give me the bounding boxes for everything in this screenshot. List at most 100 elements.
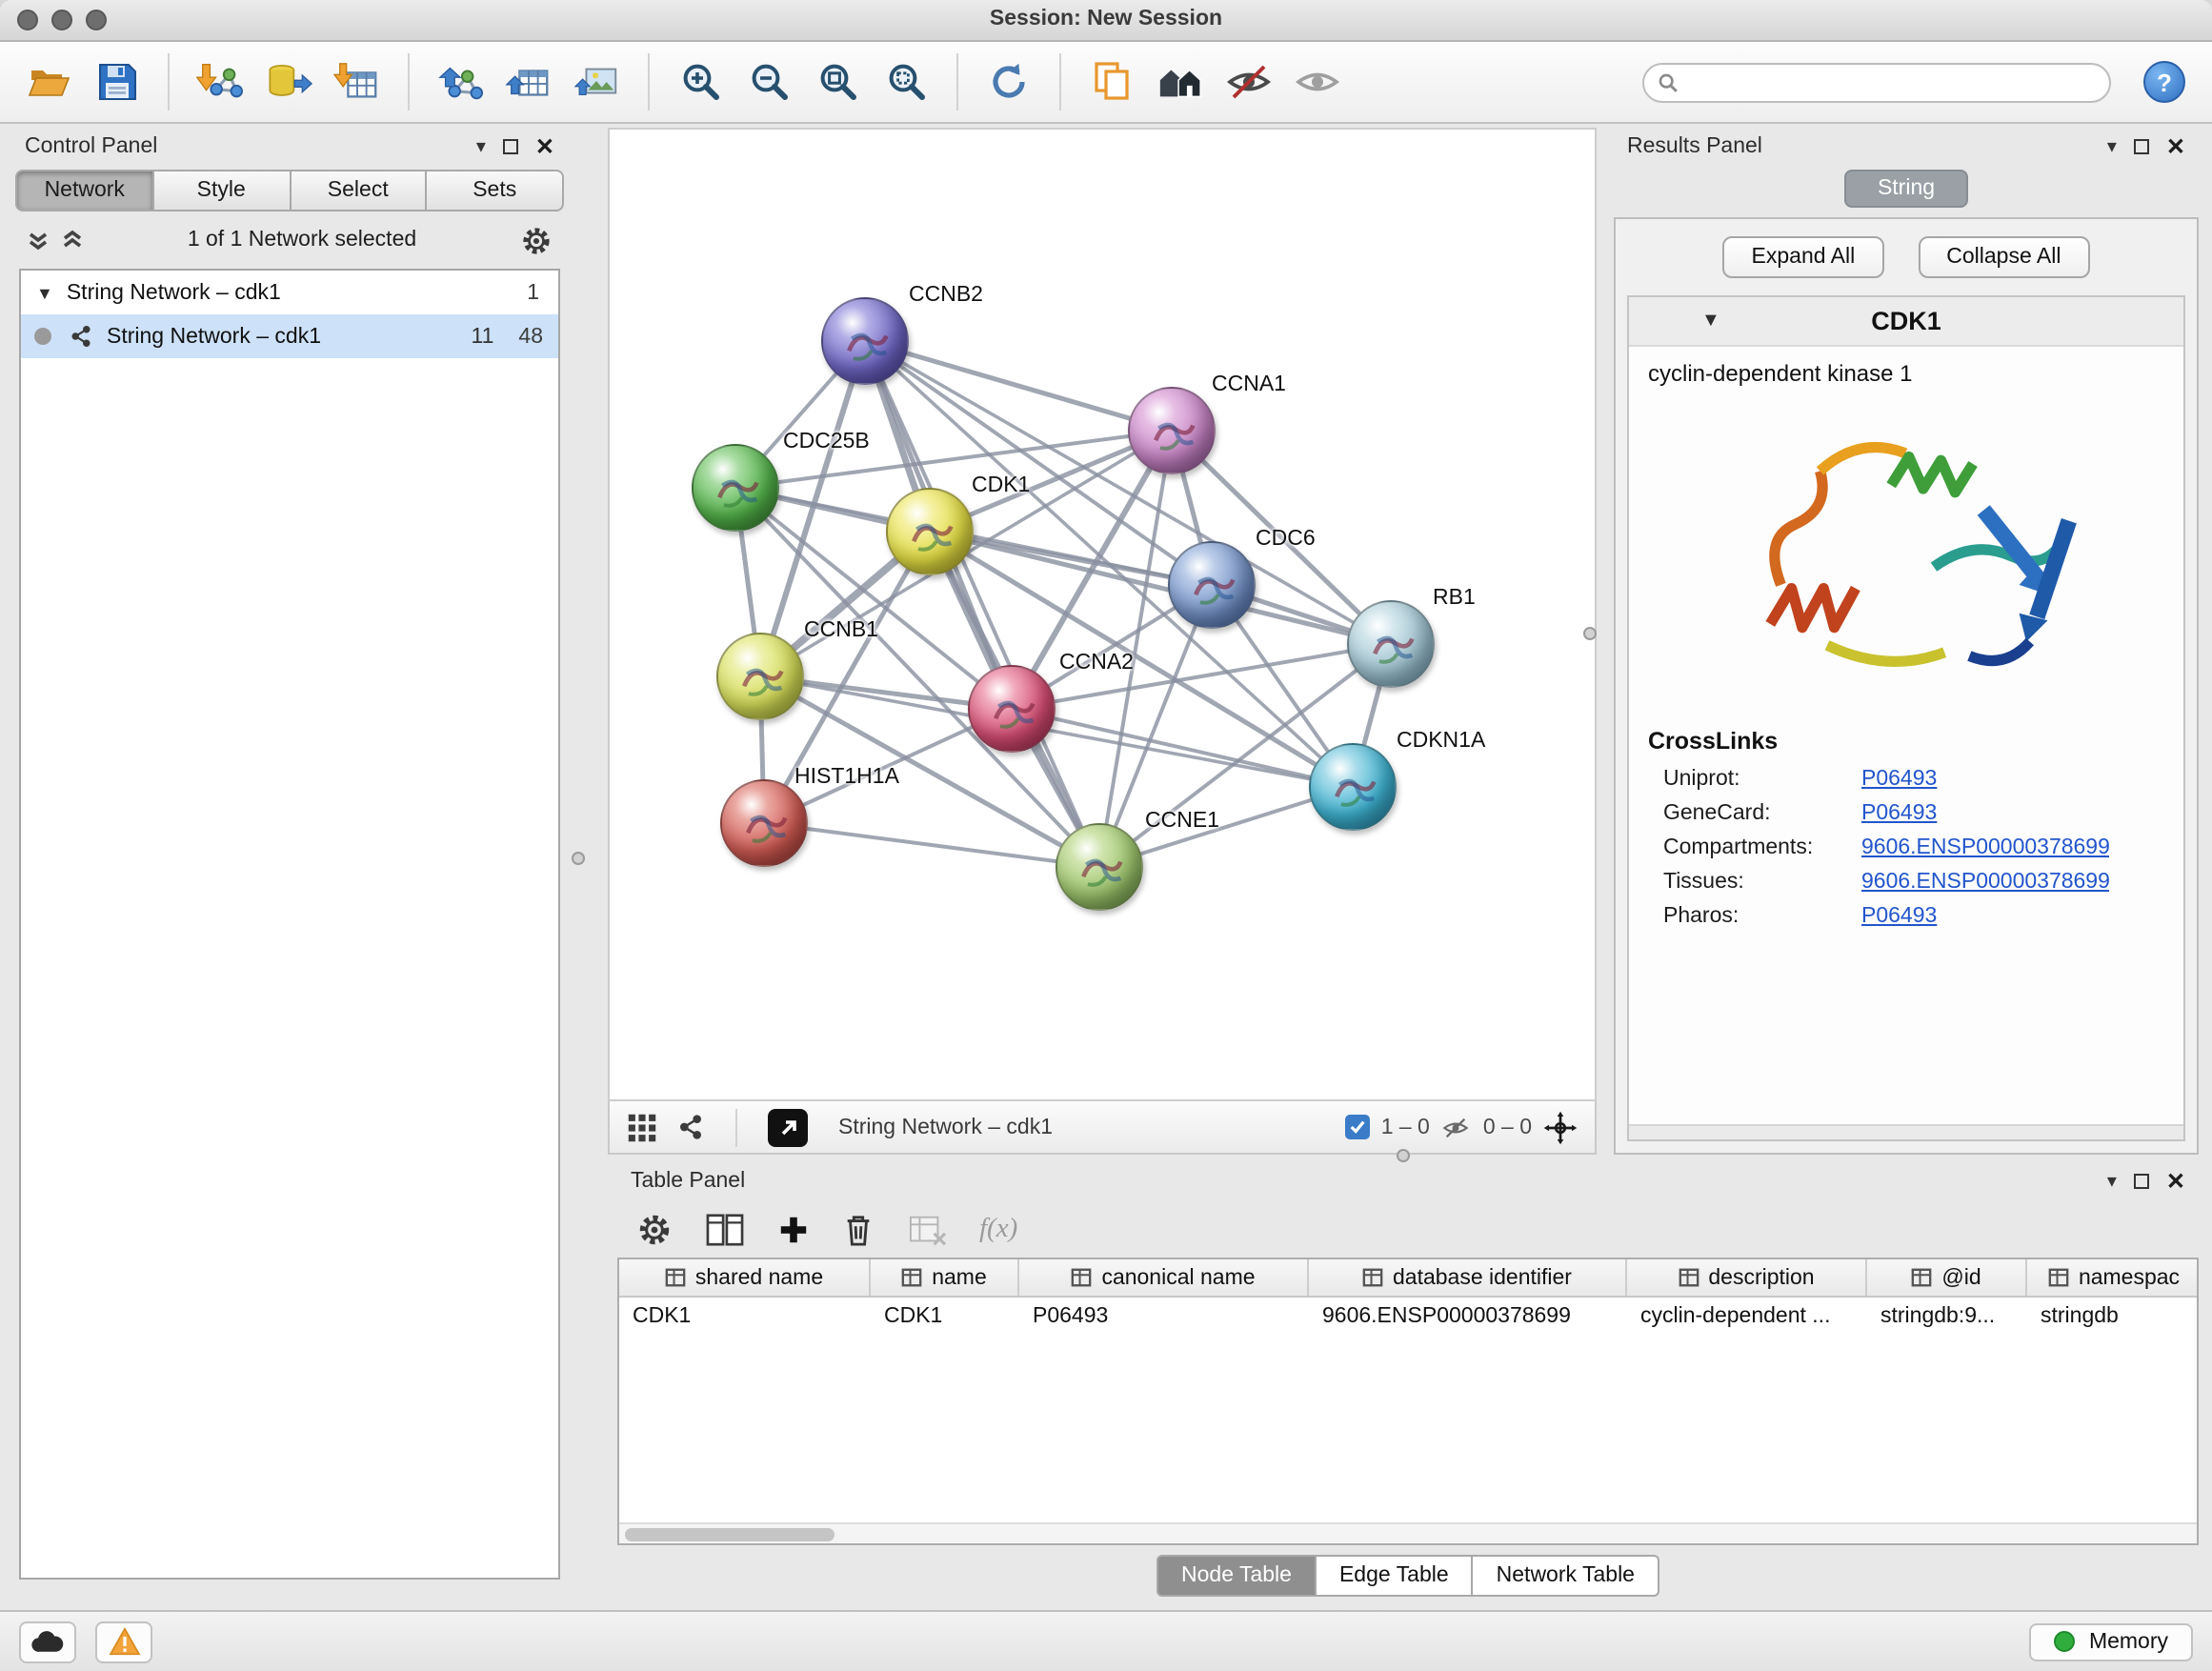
- expand-all-button[interactable]: Expand All: [1723, 236, 1884, 278]
- expand-all-icon[interactable]: [61, 229, 84, 252]
- selected-checkbox-icon[interactable]: [1345, 1115, 1370, 1139]
- tree-expand-icon[interactable]: ▼: [36, 283, 53, 302]
- crosslink-value-link[interactable]: 9606.ENSP00000378699: [1861, 836, 2110, 859]
- table-cell[interactable]: CDK1: [871, 1298, 1019, 1336]
- column-header-database-identifier[interactable]: database identifier: [1309, 1259, 1627, 1296]
- float-panel-icon[interactable]: ▾: [2107, 136, 2117, 157]
- close-panel-icon[interactable]: ✕: [535, 133, 554, 160]
- window-minimize-button[interactable]: [51, 10, 72, 30]
- open-session-button[interactable]: [19, 51, 78, 112]
- zoom-out-button[interactable]: [739, 51, 798, 112]
- zoom-fit-button[interactable]: [808, 51, 867, 112]
- maximize-panel-icon[interactable]: [2134, 1174, 2149, 1189]
- memory-button[interactable]: Memory: [2030, 1622, 2193, 1661]
- hide-selected-button[interactable]: [1219, 51, 1278, 112]
- column-header-name[interactable]: name: [871, 1259, 1019, 1296]
- section-expand-icon[interactable]: ▼: [1701, 311, 1720, 332]
- crosslink-value-link[interactable]: P06493: [1861, 802, 1937, 825]
- tab-string[interactable]: String: [1845, 170, 1967, 208]
- pan-crosshair-icon[interactable]: [1543, 1110, 1578, 1144]
- tab-network[interactable]: Network: [15, 170, 154, 211]
- delete-column-trash-icon[interactable]: [842, 1211, 875, 1247]
- tab-select[interactable]: Select: [291, 170, 428, 211]
- network-node-CDC6[interactable]: [1168, 541, 1256, 629]
- network-node-CCNA2[interactable]: [968, 665, 1056, 753]
- network-edge[interactable]: [865, 341, 1099, 867]
- network-edge[interactable]: [764, 823, 1099, 867]
- network-canvas[interactable]: CCNB2CCNA1CDC25BCDK1CDC6RB1CCNB1CCNA2CDK…: [608, 128, 1597, 1101]
- birdseye-view-button[interactable]: [768, 1108, 808, 1146]
- table-cell[interactable]: 9606.ENSP00000378699: [1309, 1298, 1627, 1336]
- network-node-HIST1H1A[interactable]: [720, 779, 808, 867]
- tab-sets[interactable]: Sets: [428, 170, 565, 211]
- gene-card-header[interactable]: ▼ CDK1: [1629, 297, 2183, 347]
- network-node-CDC25B[interactable]: [692, 444, 779, 532]
- table-settings-gear-icon[interactable]: [636, 1211, 673, 1247]
- tab-node-table[interactable]: Node Table: [1156, 1555, 1317, 1597]
- zoom-selected-button[interactable]: [876, 51, 935, 112]
- network-node-CCNB1[interactable]: [716, 633, 804, 720]
- export-image-button[interactable]: [568, 51, 627, 112]
- table-horizontal-scrollbar[interactable]: [619, 1522, 2197, 1543]
- network-share-icon[interactable]: [676, 1113, 705, 1141]
- zoom-in-button[interactable]: [671, 51, 730, 112]
- network-node-CCNB2[interactable]: [821, 297, 909, 385]
- splitter-handle[interactable]: [1397, 1149, 1410, 1162]
- network-row-selected[interactable]: String Network – cdk1 11 48: [21, 314, 558, 358]
- column-header--id[interactable]: @id: [1867, 1259, 2027, 1296]
- network-node-RB1[interactable]: [1347, 600, 1435, 688]
- float-panel-icon[interactable]: ▾: [476, 136, 486, 157]
- crosslink-value-link[interactable]: P06493: [1861, 768, 1937, 791]
- first-neighbors-button[interactable]: [1151, 51, 1210, 112]
- table-cell[interactable]: cyclin-dependent ...: [1627, 1298, 1867, 1336]
- help-button[interactable]: ?: [2143, 61, 2185, 103]
- column-header-canonical-name[interactable]: canonical name: [1019, 1259, 1309, 1296]
- crosslink-value-link[interactable]: 9606.ENSP00000378699: [1861, 871, 2110, 894]
- splitter-handle[interactable]: [572, 852, 585, 865]
- collapse-all-button[interactable]: Collapse All: [1918, 236, 2089, 278]
- close-panel-icon[interactable]: ✕: [2166, 1168, 2185, 1195]
- maximize-panel-icon[interactable]: [503, 139, 518, 154]
- show-all-button[interactable]: [1288, 51, 1347, 112]
- cloud-status-button[interactable]: [19, 1621, 76, 1662]
- grid-mode-icon[interactable]: [627, 1112, 657, 1142]
- import-table-button[interactable]: [328, 51, 387, 112]
- scrollbar-thumb[interactable]: [625, 1528, 835, 1541]
- tab-edge-table[interactable]: Edge Table: [1317, 1555, 1474, 1597]
- table-cell[interactable]: stringdb:9...: [1867, 1298, 2027, 1336]
- table-cell[interactable]: stringdb: [2027, 1298, 2197, 1336]
- network-collection-row[interactable]: ▼ String Network – cdk1 1: [21, 271, 558, 314]
- add-column-plus-icon[interactable]: [777, 1213, 810, 1245]
- show-columns-icon[interactable]: [705, 1211, 745, 1247]
- close-panel-icon[interactable]: ✕: [2166, 133, 2185, 160]
- function-builder-button[interactable]: f(x): [979, 1213, 1017, 1245]
- export-network-button[interactable]: [431, 51, 490, 112]
- results-scrollbar[interactable]: [1629, 1124, 2183, 1139]
- tab-network-table[interactable]: Network Table: [1474, 1555, 1659, 1597]
- hidden-eye-slash-icon[interactable]: [1441, 1114, 1472, 1140]
- column-header-description[interactable]: description: [1627, 1259, 1867, 1296]
- save-session-button[interactable]: [88, 51, 147, 112]
- network-node-CCNE1[interactable]: [1056, 823, 1143, 911]
- column-header-shared-name[interactable]: shared name: [619, 1259, 871, 1296]
- maximize-panel-icon[interactable]: [2134, 139, 2149, 154]
- table-cell[interactable]: CDK1: [619, 1298, 871, 1336]
- splitter-handle[interactable]: [1583, 627, 1597, 640]
- import-network-file-button[interactable]: [191, 51, 250, 112]
- collapse-all-icon[interactable]: [27, 229, 50, 252]
- crosslink-value-link[interactable]: P06493: [1861, 905, 1937, 928]
- table-cell[interactable]: P06493: [1019, 1298, 1309, 1336]
- window-zoom-button[interactable]: [86, 10, 107, 30]
- tab-style[interactable]: Style: [154, 170, 292, 211]
- float-panel-icon[interactable]: ▾: [2107, 1171, 2117, 1192]
- copy-button[interactable]: [1082, 51, 1141, 112]
- gear-icon[interactable]: [520, 224, 553, 256]
- network-edge[interactable]: [865, 341, 1172, 431]
- network-node-CDKN1A[interactable]: [1309, 743, 1397, 831]
- window-close-button[interactable]: [17, 10, 38, 30]
- import-network-database-button[interactable]: [259, 51, 318, 112]
- network-edge[interactable]: [1012, 709, 1353, 787]
- search-input[interactable]: [1642, 62, 2111, 102]
- warnings-button[interactable]: [95, 1621, 152, 1662]
- table-row[interactable]: CDK1CDK1P064939606.ENSP00000378699cyclin…: [619, 1298, 2197, 1336]
